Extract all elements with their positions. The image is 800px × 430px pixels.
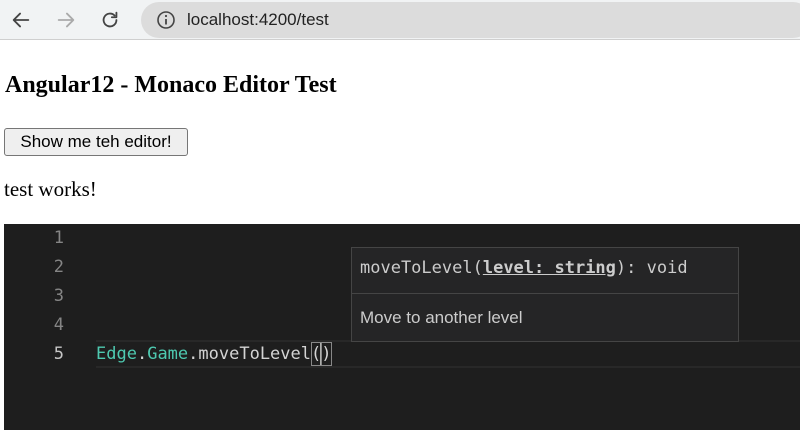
forward-button[interactable] [51, 5, 81, 35]
back-arrow-icon [12, 12, 30, 28]
hint-divider [352, 293, 738, 294]
signature-documentation: Move to another level [360, 308, 523, 327]
line-number-gutter: 1 2 3 4 5 [4, 224, 68, 430]
page-title: Angular12 - Monaco Editor Test [5, 72, 337, 98]
code-line[interactable]: Edge.Game.moveToLevel() [96, 342, 332, 366]
parameter-hint-widget: moveToLevel(level: string): void Move to… [351, 247, 739, 342]
code-token-class: Game [147, 344, 189, 364]
code-token-close-paren: ) [321, 342, 332, 366]
forward-arrow-icon [57, 12, 75, 28]
address-bar[interactable]: localhost:4200/test [141, 2, 800, 38]
line-number: 4 [53, 315, 64, 335]
signature-param: level: string [482, 258, 616, 278]
status-text: test works! [4, 177, 97, 201]
back-button[interactable] [6, 5, 36, 35]
line-number: 3 [53, 286, 64, 306]
signature-open: ( [472, 258, 483, 278]
url-text[interactable]: localhost:4200/test [187, 10, 329, 30]
signature-name: moveToLevel [360, 258, 473, 278]
browser-toolbar: localhost:4200/test [0, 0, 800, 40]
signature-text: moveToLevel(level: string): void [360, 258, 688, 278]
code-token-method: moveToLevel [198, 344, 311, 364]
code-editor[interactable]: 1 2 3 4 5 Edge.Game.moveToLevel() moveTo… [4, 224, 800, 430]
code-token-dot: . [188, 344, 199, 364]
line-number: 2 [53, 257, 64, 277]
code-token-dot: . [136, 344, 148, 364]
line-number-active: 5 [53, 344, 64, 364]
reload-icon [102, 11, 118, 28]
reload-button[interactable] [95, 5, 125, 35]
signature-close: ): void [615, 258, 688, 278]
show-editor-button[interactable]: Show me teh editor! [4, 128, 188, 156]
code-token-namespace: Edge [96, 344, 137, 364]
info-icon[interactable] [156, 10, 176, 30]
line-number: 1 [53, 228, 64, 248]
